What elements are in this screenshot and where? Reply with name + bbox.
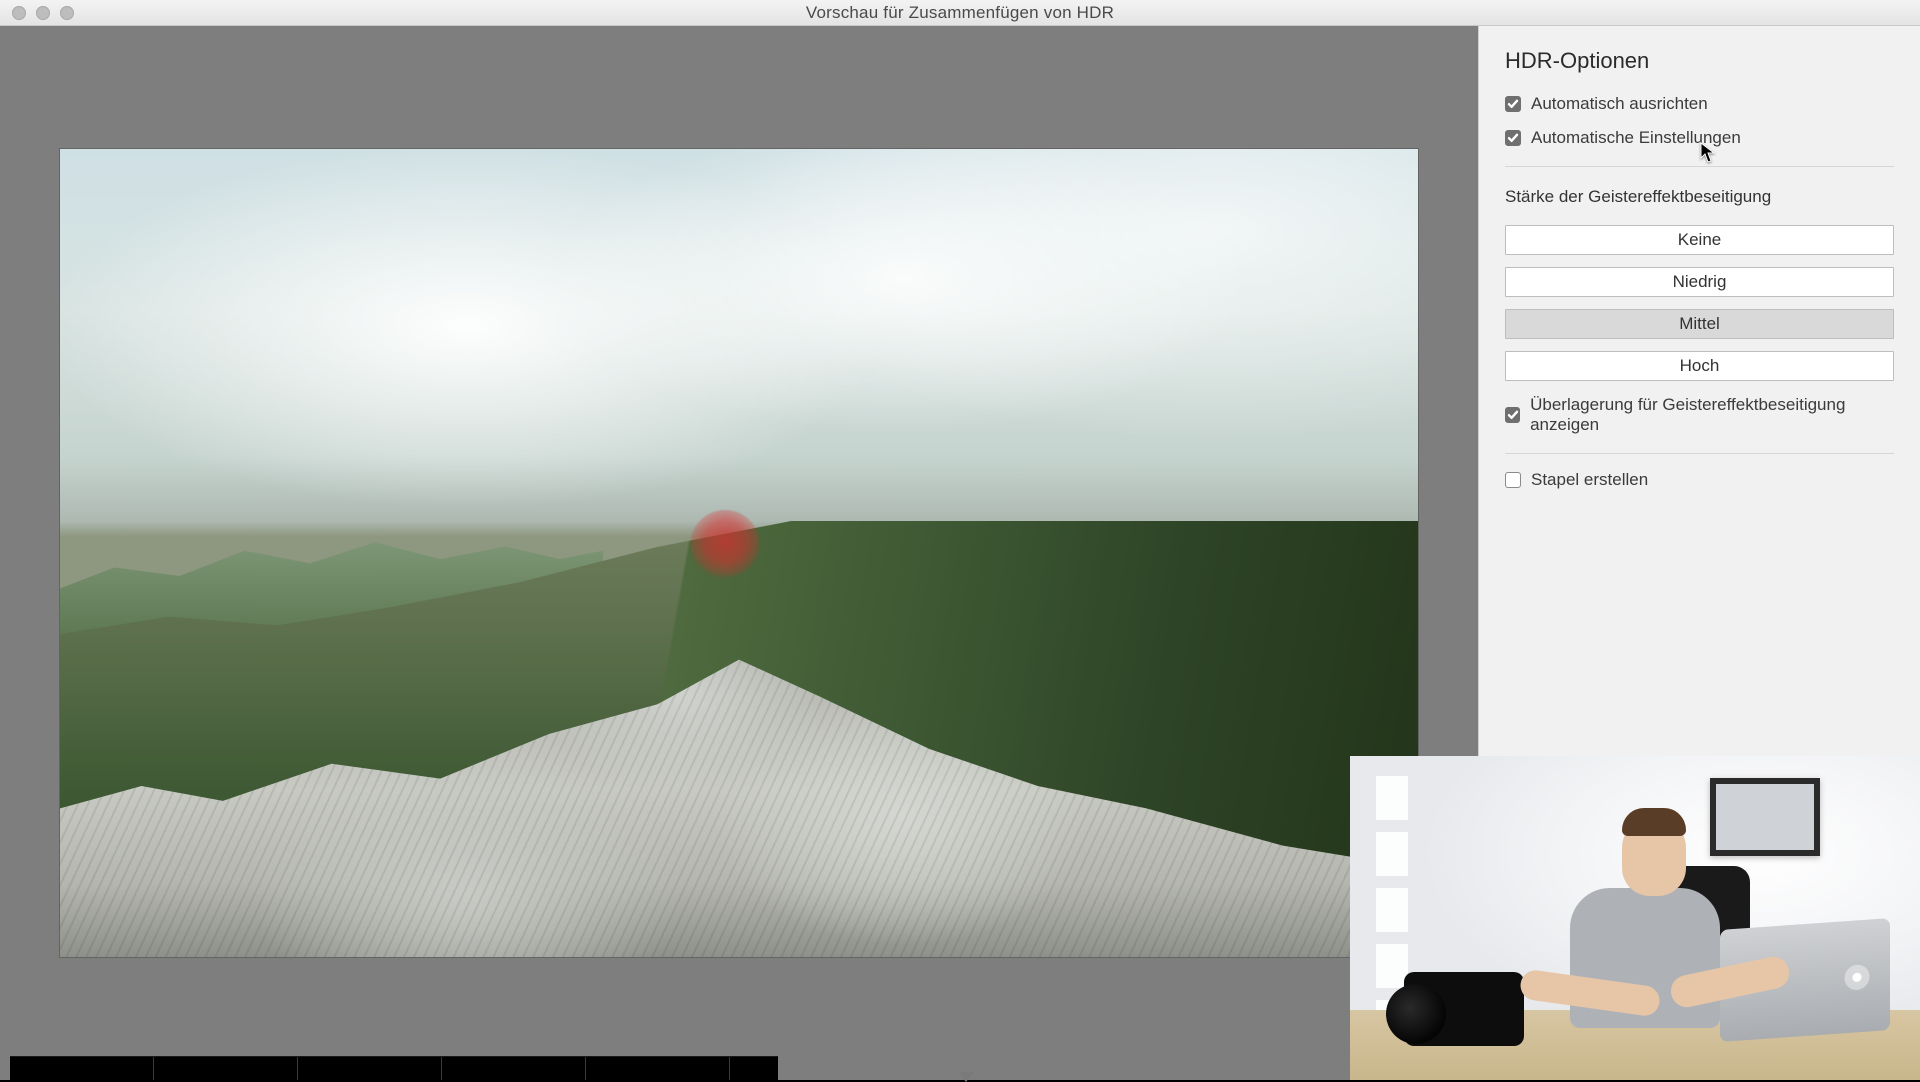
close-window-button[interactable] xyxy=(12,6,26,20)
webcam-overlay xyxy=(1350,756,1920,1080)
checkmark-icon xyxy=(1507,132,1519,144)
auto-align-row: Automatisch ausrichten xyxy=(1505,94,1894,114)
filmstrip-thumb[interactable] xyxy=(154,1057,298,1080)
show-overlay-row: Überlagerung für Geistereffektbeseitigun… xyxy=(1505,395,1894,435)
auto-settings-row: Automatische Einstellungen xyxy=(1505,128,1894,148)
filmstrip-thumb[interactable] xyxy=(586,1057,730,1080)
panel-title: HDR-Optionen xyxy=(1505,48,1894,74)
window-title: Vorschau für Zusammenfügen von HDR xyxy=(0,3,1920,23)
titlebar: Vorschau für Zusammenfügen von HDR xyxy=(0,0,1920,26)
divider xyxy=(1505,453,1894,454)
auto-settings-checkbox[interactable] xyxy=(1505,130,1521,146)
zoom-window-button[interactable] xyxy=(60,6,74,20)
filmstrip-thumb[interactable] xyxy=(10,1057,154,1080)
deghost-level-button[interactable]: Mittel xyxy=(1505,309,1894,339)
window-controls xyxy=(12,6,74,20)
preview-area xyxy=(0,26,1478,1080)
minimize-window-button[interactable] xyxy=(36,6,50,20)
create-stack-label: Stapel erstellen xyxy=(1531,470,1648,490)
show-deghost-overlay-checkbox[interactable] xyxy=(1505,407,1520,423)
auto-align-label: Automatisch ausrichten xyxy=(1531,94,1708,114)
deghost-heading: Stärke der Geistereffektbeseitigung xyxy=(1505,187,1894,207)
divider xyxy=(1505,166,1894,167)
auto-align-checkbox[interactable] xyxy=(1505,96,1521,112)
webcam-presenter xyxy=(1530,778,1760,1028)
show-deghost-overlay-label: Überlagerung für Geistereffektbeseitigun… xyxy=(1530,395,1894,435)
hdr-preview-image[interactable] xyxy=(60,149,1418,957)
filmstrip-caret-icon xyxy=(958,1072,974,1082)
filmstrip[interactable] xyxy=(10,1056,778,1080)
checkmark-icon xyxy=(1507,409,1519,421)
deghost-level-button[interactable]: Keine xyxy=(1505,225,1894,255)
webcam-presenter-hair xyxy=(1622,808,1686,836)
create-stack-checkbox[interactable] xyxy=(1505,472,1521,488)
deghost-level-button[interactable]: Hoch xyxy=(1505,351,1894,381)
deghost-overlay-marker xyxy=(690,510,760,580)
filmstrip-thumb[interactable] xyxy=(442,1057,586,1080)
deghost-level-button[interactable]: Niedrig xyxy=(1505,267,1894,297)
filmstrip-thumb[interactable] xyxy=(298,1057,442,1080)
hdr-merge-preview-window: Vorschau für Zusammenfügen von HDR HDR-O… xyxy=(0,0,1920,1080)
deghost-amount-group: Keine Niedrig Mittel Hoch xyxy=(1505,225,1894,381)
webcam-dslr xyxy=(1404,972,1524,1046)
checkmark-icon xyxy=(1507,98,1519,110)
auto-settings-label: Automatische Einstellungen xyxy=(1531,128,1741,148)
create-stack-row: Stapel erstellen xyxy=(1505,470,1894,490)
